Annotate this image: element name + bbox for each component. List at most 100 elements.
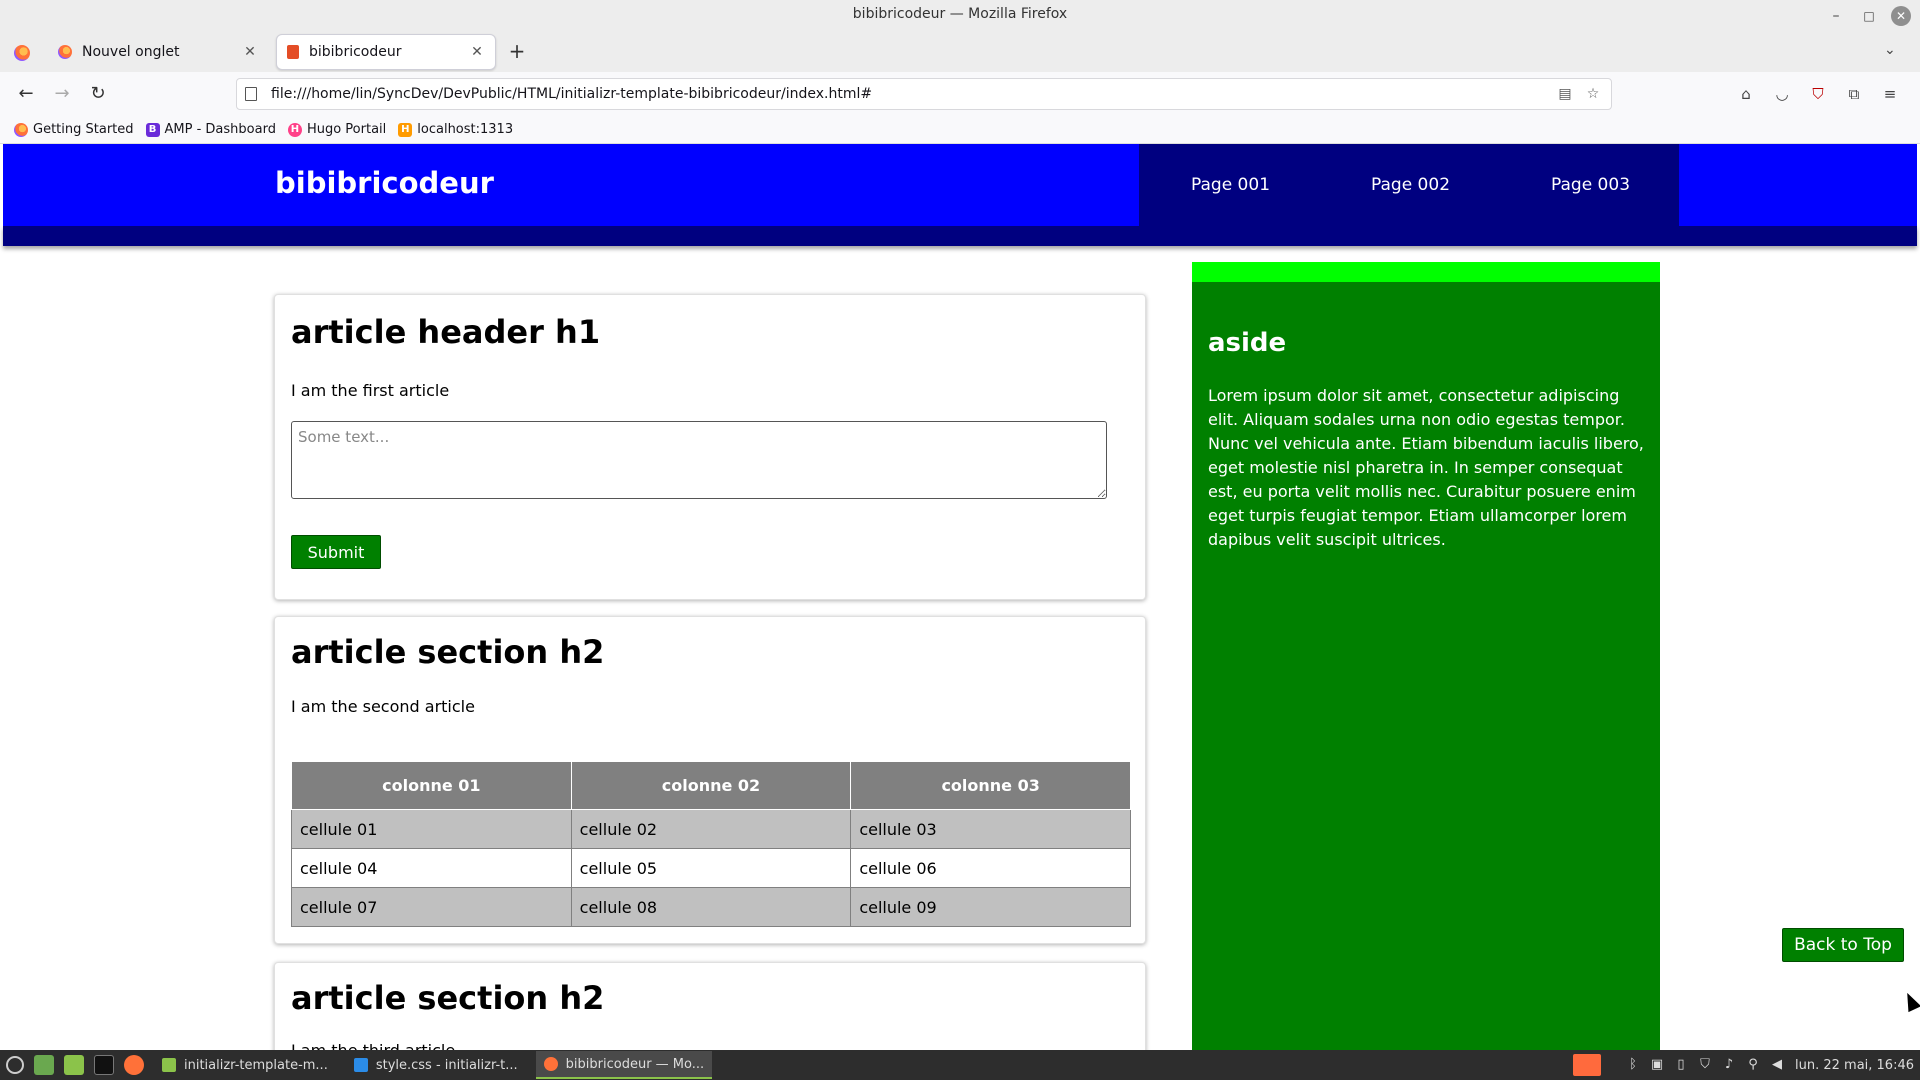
bookmark-hugo-portail[interactable]: H Hugo Portail <box>287 122 386 137</box>
column-header: colonne 02 <box>570 761 852 810</box>
menu-icon[interactable]: ≡ <box>1880 84 1900 104</box>
amp-icon: B <box>145 122 160 137</box>
file-manager-icon[interactable] <box>64 1055 84 1075</box>
bookmark-amp-dashboard[interactable]: B AMP - Dashboard <box>145 122 276 137</box>
tray-app-icon[interactable] <box>1573 1054 1601 1076</box>
vscode-icon <box>353 1058 368 1072</box>
bluetooth-icon[interactable]: ᛒ <box>1625 1057 1641 1073</box>
column-header: colonne 03 <box>850 761 1131 810</box>
pocket-icon[interactable]: ◡ <box>1772 84 1792 104</box>
volume-icon[interactable]: ◀ <box>1769 1057 1785 1073</box>
site-header: bibibricodeur Page 001 Page 002 Page 003 <box>3 144 1917 226</box>
site-title[interactable]: bibibricodeur <box>275 166 494 200</box>
firefox-icon <box>543 1057 558 1071</box>
table-cell: cellule 06 <box>850 848 1131 888</box>
close-tab-icon[interactable]: ✕ <box>467 44 487 60</box>
column-header: colonne 01 <box>291 761 572 810</box>
article-title: article section h2 <box>291 633 605 671</box>
nav-link-page-003[interactable]: Page 003 <box>1551 175 1630 195</box>
forward-icon[interactable]: → <box>50 82 74 106</box>
firefox-icon <box>58 45 72 59</box>
table-cell: cellule 09 <box>850 887 1131 927</box>
chevron-down-icon[interactable]: ⌄ <box>1884 42 1896 58</box>
notification-bell-icon[interactable]: ♪ <box>1721 1057 1737 1073</box>
text-area[interactable] <box>291 421 1107 499</box>
bookmarks-toolbar: Getting Started B AMP - Dashboard H Hugo… <box>0 116 1920 144</box>
page-viewport: bibibricodeur Page 001 Page 002 Page 003… <box>0 144 1920 1050</box>
minimize-icon[interactable]: – <box>1826 6 1846 26</box>
table-cell: cellule 01 <box>291 809 572 849</box>
new-tab-icon[interactable]: + <box>506 40 528 62</box>
hugo-icon: H <box>287 122 302 137</box>
table-row: cellule 04 cellule 05 cellule 06 <box>291 848 1131 888</box>
battery-icon[interactable]: ▯ <box>1673 1057 1689 1073</box>
maximize-icon[interactable]: □ <box>1859 6 1879 26</box>
extensions-icon[interactable]: ⧉ <box>1844 84 1864 104</box>
tab-nouvel-onglet[interactable]: Nouvel onglet ✕ <box>48 34 268 70</box>
table-header-row: colonne 01 colonne 02 colonne 03 <box>291 761 1131 810</box>
clock[interactable]: lun. 22 mai, 16:46 <box>1795 1058 1914 1073</box>
back-to-top-button[interactable]: Back to Top <box>1782 928 1904 962</box>
folder-icon <box>162 1058 176 1072</box>
bookmark-star-icon[interactable]: ☆ <box>1583 86 1603 102</box>
firefox-view-icon[interactable] <box>14 45 30 61</box>
page-icon <box>245 87 257 101</box>
article-first: article header h1 I am the first article… <box>274 294 1146 600</box>
tab-label: Nouvel onglet <box>82 44 180 60</box>
table-row: cellule 01 cellule 02 cellule 03 <box>291 809 1131 849</box>
system-tray: ᛒ ▣ ▯ ⛉ ♪ ⚲ ◀ lun. 22 mai, 16:46 <box>1565 1050 1920 1080</box>
bookmark-getting-started[interactable]: Getting Started <box>14 122 134 137</box>
tab-label: bibibricodeur <box>309 44 402 60</box>
article-text: I am the first article <box>291 381 450 400</box>
table-cell: cellule 08 <box>570 887 852 927</box>
aside-text: Lorem ipsum dolor sit amet, consectetur … <box>1208 386 1644 549</box>
window-titlebar: bibibricodeur — Mozilla Firefox – □ ✕ <box>0 0 1920 32</box>
firefox-launcher-icon[interactable] <box>124 1055 144 1075</box>
taskbar-window-files[interactable]: initializr-template-m... <box>154 1051 336 1079</box>
table-cell: cellule 02 <box>570 809 852 849</box>
site-header-underbar <box>3 226 1917 246</box>
reload-icon[interactable]: ↻ <box>86 82 110 106</box>
shield-icon[interactable]: ⛉ <box>1697 1057 1713 1073</box>
taskbar-window-firefox[interactable]: bibibricodeur — Mo... <box>535 1051 713 1079</box>
submit-button[interactable]: Submit <box>291 535 381 569</box>
site-nav: Page 001 Page 002 Page 003 <box>1139 144 1679 226</box>
reader-view-icon[interactable]: ▤ <box>1555 86 1575 102</box>
nav-link-page-001[interactable]: Page 001 <box>1191 175 1270 195</box>
home-icon[interactable]: ⌂ <box>1736 84 1756 104</box>
article-text: I am the second article <box>291 697 475 716</box>
html5-icon <box>287 45 299 59</box>
table-cell: cellule 05 <box>570 848 852 888</box>
bookmark-localhost[interactable]: H localhost:1313 <box>398 122 513 137</box>
taskbar-window-vscode[interactable]: style.css - initializr-t... <box>346 1051 526 1079</box>
nav-link-page-002[interactable]: Page 002 <box>1371 175 1450 195</box>
start-menu-icon[interactable] <box>6 1056 24 1074</box>
localhost-icon: H <box>398 122 413 137</box>
clipboard-icon[interactable]: ▣ <box>1649 1057 1665 1073</box>
firefox-icon <box>14 122 28 137</box>
aside-accent-bar <box>1192 262 1660 282</box>
table-row: cellule 07 cellule 08 cellule 09 <box>291 887 1131 927</box>
aside-panel: aside Lorem ipsum dolor sit amet, consec… <box>1192 262 1660 1050</box>
data-table: colonne 01 colonne 02 colonne 03 cellule… <box>291 761 1131 927</box>
back-icon[interactable]: ← <box>14 82 38 106</box>
close-window-icon[interactable]: ✕ <box>1891 6 1911 26</box>
article-second: article section h2 I am the second artic… <box>274 616 1146 944</box>
terminal-icon[interactable] <box>94 1055 114 1075</box>
table-cell: cellule 07 <box>291 887 572 927</box>
url-bar[interactable]: file:///home/lin/SyncDev/DevPublic/HTML/… <box>236 78 1612 110</box>
tab-bar: Nouvel onglet ✕ bibibricodeur ✕ + ⌄ <box>0 32 1920 72</box>
table-cell: cellule 03 <box>850 809 1131 849</box>
aside-title: aside <box>1208 328 1287 358</box>
mouse-cursor-icon <box>1900 989 1920 1013</box>
article-text: I am the third article <box>291 1041 455 1050</box>
navigation-toolbar: ← → ↻ file:///home/lin/SyncDev/DevPublic… <box>0 72 1920 116</box>
url-text[interactable]: file:///home/lin/SyncDev/DevPublic/HTML/… <box>271 86 1555 102</box>
close-tab-icon[interactable]: ✕ <box>240 44 260 60</box>
article-title: article section h2 <box>291 979 605 1017</box>
tab-bibibricodeur[interactable]: bibibricodeur ✕ <box>276 34 496 70</box>
ublock-icon[interactable]: ⛉ <box>1808 84 1828 104</box>
article-third: article section h2 I am the third articl… <box>274 962 1146 1050</box>
network-icon[interactable]: ⚲ <box>1745 1057 1761 1073</box>
show-desktop-icon[interactable] <box>34 1055 54 1075</box>
